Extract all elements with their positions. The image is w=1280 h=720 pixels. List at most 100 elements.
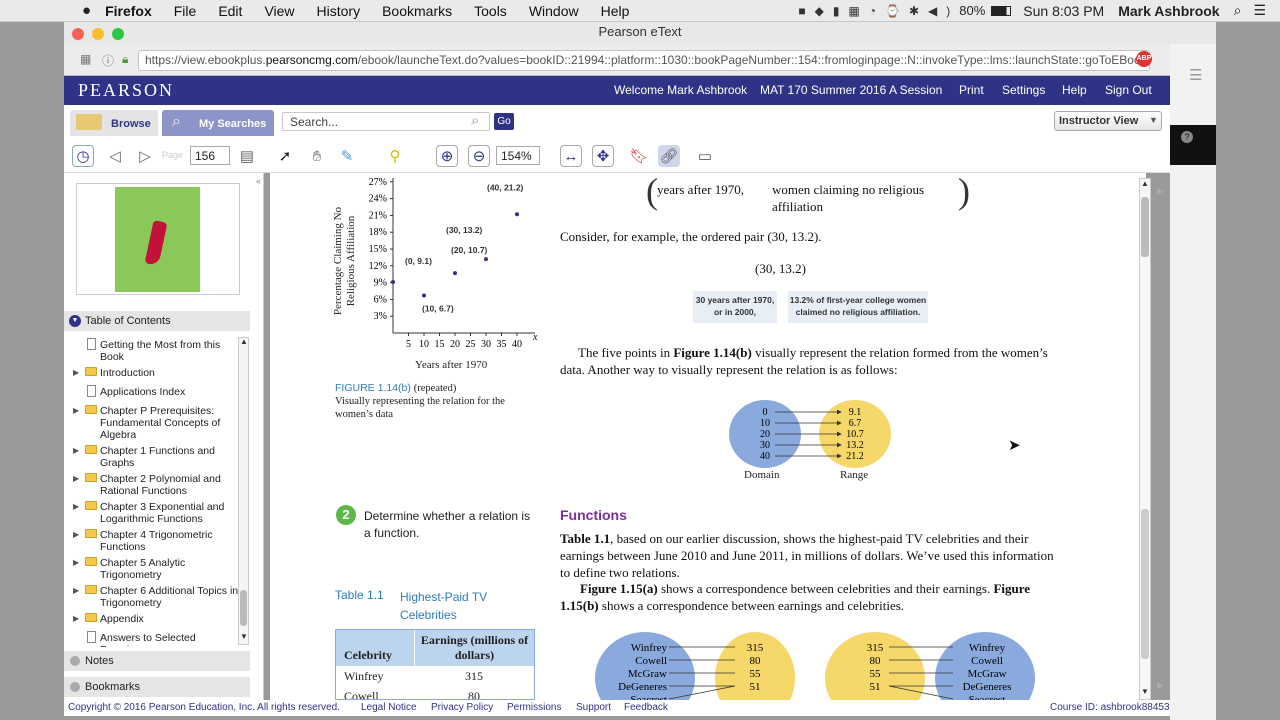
menu-app-name[interactable]: Firefox bbox=[105, 3, 152, 19]
menu-history[interactable]: History bbox=[317, 3, 361, 19]
privacy-policy-link[interactable]: Privacy Policy bbox=[431, 700, 493, 716]
toc-toggle-icon: ▼ bbox=[69, 315, 81, 327]
toc-header[interactable]: ▼ Table of Contents bbox=[64, 311, 250, 331]
menu-bookmarks[interactable]: Bookmarks bbox=[382, 3, 452, 19]
lock-icon[interactable]: 🔒︎ bbox=[122, 52, 128, 67]
my-searches-tab[interactable]: ⌕ My Searches bbox=[162, 110, 274, 136]
notification-center-icon[interactable]: ☰ bbox=[1253, 2, 1266, 19]
zoom-out-icon[interactable]: ⊖ bbox=[468, 145, 490, 167]
highlighter-icon[interactable]: ✎ bbox=[336, 145, 358, 167]
x-tick-label: 10 bbox=[419, 339, 429, 350]
audio-icon[interactable]: ▭ bbox=[690, 145, 720, 167]
signout-link[interactable]: Sign Out bbox=[1105, 83, 1152, 97]
expand-arrow-icon[interactable]: ▶ bbox=[73, 405, 79, 417]
point-label: (40, 21.2) bbox=[487, 182, 524, 192]
expand-arrow-icon[interactable]: ▶ bbox=[73, 557, 79, 569]
hand-tool-icon[interactable]: ✋︎ bbox=[306, 145, 328, 167]
expand-arrow-icon[interactable]: ▶ bbox=[73, 473, 79, 485]
help-circle-icon[interactable]: ? bbox=[1181, 131, 1193, 143]
thumbnails-icon[interactable]: ▤ bbox=[236, 145, 258, 167]
table-number: Table 1.1 bbox=[335, 588, 384, 602]
close-window-button[interactable] bbox=[72, 28, 84, 40]
page-scroll-thumb-2[interactable] bbox=[1141, 509, 1149, 659]
page-label: Page bbox=[162, 150, 184, 160]
menu-file[interactable]: File bbox=[174, 3, 197, 19]
x-tick-label: 20 bbox=[450, 339, 460, 350]
bookmarks-panel-header[interactable]: Bookmarks bbox=[64, 677, 250, 697]
search-input[interactable]: Search... ⌕ bbox=[282, 112, 490, 131]
apple-icon[interactable]: ● bbox=[82, 2, 91, 19]
menu-view[interactable]: View bbox=[264, 3, 294, 19]
expand-arrow-icon[interactable]: ▶ bbox=[73, 445, 79, 457]
menubar-user[interactable]: Mark Ashbrook bbox=[1118, 3, 1219, 19]
notes-panel-header[interactable]: Notes bbox=[64, 651, 250, 671]
help-link[interactable]: Help bbox=[1062, 83, 1087, 97]
permissions-link[interactable]: Permissions bbox=[507, 700, 561, 716]
support-link[interactable]: Support bbox=[576, 700, 611, 716]
select-pointer-icon[interactable]: ➚ bbox=[274, 145, 296, 167]
scroll-down-icon[interactable]: ▼ bbox=[1141, 687, 1149, 696]
functions-heading: Functions bbox=[560, 507, 627, 523]
minimize-window-button[interactable] bbox=[92, 28, 104, 40]
book-cover[interactable] bbox=[76, 183, 240, 295]
expand-arrow-icon[interactable]: ▶ bbox=[73, 585, 79, 597]
url-domain: pearsoncmg.com bbox=[265, 53, 358, 67]
url-field[interactable]: https://view.ebookplus.pearsoncmg.com/eb… bbox=[138, 50, 1150, 71]
print-link[interactable]: Print bbox=[959, 83, 984, 97]
reader-view-icon[interactable]: ▦ bbox=[80, 52, 91, 66]
previous-page-icon[interactable]: ◁ bbox=[104, 145, 126, 167]
feedback-link[interactable]: Feedback bbox=[624, 700, 668, 716]
fit-width-icon[interactable]: ↔ bbox=[560, 145, 582, 167]
link-tool-icon[interactable]: 🔗︎ bbox=[658, 145, 680, 167]
fit-page-icon[interactable]: ✥ bbox=[592, 145, 614, 167]
scroll-down-icon[interactable]: ▼ bbox=[240, 632, 248, 641]
my-searches-label: My Searches bbox=[199, 118, 267, 130]
footer: Copyright © 2016 Pearson Education, Inc.… bbox=[64, 700, 1170, 716]
next-page-icon[interactable]: ▷ bbox=[134, 145, 156, 167]
collapse-sidebar-icon[interactable]: « bbox=[256, 176, 261, 186]
adblock-icon[interactable]: ABP bbox=[1136, 51, 1152, 67]
expand-arrow-icon[interactable]: ▶ bbox=[73, 613, 79, 625]
menu-window[interactable]: Window bbox=[529, 3, 579, 19]
pearson-header: PEARSON Welcome Mark Ashbrook MAT 170 Su… bbox=[64, 76, 1170, 105]
page-number-input[interactable]: 156 bbox=[190, 146, 230, 165]
right-value: Cowell bbox=[971, 655, 1003, 667]
menu-help[interactable]: Help bbox=[601, 3, 630, 19]
bookmark-icon[interactable]: 🔖︎ bbox=[628, 145, 650, 167]
legal-notice-link[interactable]: Legal Notice bbox=[361, 700, 417, 716]
spotlight-icon[interactable]: ⌕ bbox=[1234, 2, 1242, 19]
expand-arrow-icon[interactable]: ▶ bbox=[73, 367, 79, 379]
scroll-thumb[interactable] bbox=[240, 590, 247, 626]
expand-arrow-icon[interactable]: ▶ bbox=[73, 501, 79, 513]
page-scrollbar[interactable]: ▲ ▼ bbox=[1139, 178, 1151, 700]
scroll-up-icon[interactable]: ▲ bbox=[240, 337, 248, 346]
info-icon[interactable]: ⓘ bbox=[102, 52, 114, 69]
browse-tab[interactable]: Browse bbox=[70, 110, 158, 136]
menu-edit[interactable]: Edit bbox=[218, 3, 242, 19]
expand-arrow-icon[interactable]: ▶ bbox=[73, 529, 79, 541]
next-page-edge-arrow-bottom[interactable]: ▶ bbox=[1157, 680, 1164, 691]
next-page-edge-arrow[interactable]: ▶ bbox=[1157, 186, 1164, 197]
hamburger-menu-icon[interactable]: ☰ bbox=[1189, 66, 1202, 84]
zoom-window-button[interactable] bbox=[112, 28, 124, 40]
figure-repeated: (repeated) bbox=[413, 383, 457, 394]
go-button[interactable]: Go bbox=[494, 113, 514, 130]
x-tick-label: 40 bbox=[512, 339, 522, 350]
page-scroll-thumb[interactable] bbox=[1141, 197, 1149, 257]
scroll-up-icon[interactable]: ▲ bbox=[1141, 179, 1149, 188]
history-icon[interactable]: ◷ bbox=[72, 145, 94, 167]
pearson-logo: PEARSON bbox=[78, 80, 175, 100]
note-pin-icon[interactable]: ⚲ bbox=[384, 145, 406, 167]
consider-text: Consider, for example, the ordered pair … bbox=[560, 229, 822, 244]
objective-text: Determine whether a relation is a functi… bbox=[364, 509, 531, 540]
view-select-value: Instructor View bbox=[1059, 115, 1139, 127]
zoom-in-icon[interactable]: ⊕ bbox=[436, 145, 458, 167]
range-value: 10.7 bbox=[846, 429, 864, 440]
search-icon[interactable]: ⌕ bbox=[471, 112, 479, 129]
view-select[interactable]: Instructor View ▼ bbox=[1054, 111, 1162, 131]
settings-link[interactable]: Settings bbox=[1002, 83, 1045, 97]
x-tick-label: 30 bbox=[481, 339, 491, 350]
menu-tools[interactable]: Tools bbox=[474, 3, 507, 19]
zoom-level-input[interactable]: 154% bbox=[496, 146, 540, 165]
toc-scrollbar[interactable]: ▲ ▼ bbox=[238, 337, 249, 645]
